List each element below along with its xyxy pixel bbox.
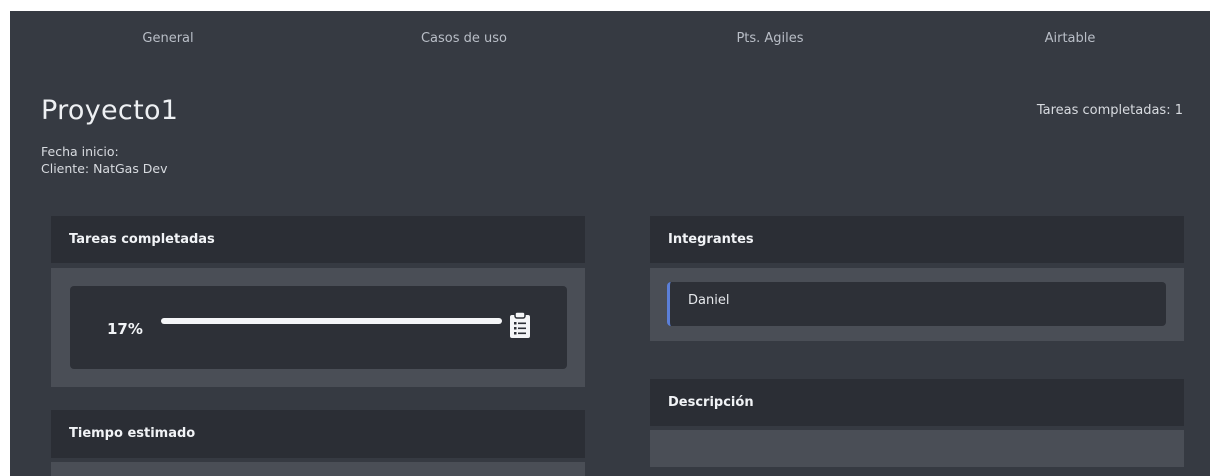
description-card-body xyxy=(650,430,1184,467)
time-card-title: Tiempo estimado xyxy=(69,426,196,441)
member-name: Daniel xyxy=(688,293,730,308)
progress-bar xyxy=(161,318,502,324)
start-date-label: Fecha inicio: xyxy=(41,144,119,159)
description-card-title: Descripción xyxy=(668,395,754,410)
description-card-header: Descripción xyxy=(650,379,1184,426)
tasks-card-header: Tareas completadas xyxy=(51,216,585,263)
members-card-title: Integrantes xyxy=(668,232,754,247)
client-label: Cliente: NatGas Dev xyxy=(41,161,168,176)
clipboard-list-icon xyxy=(508,311,532,339)
project-page: General Casos de uso Pts. Agiles Airtabl… xyxy=(10,11,1210,476)
tab-casos-de-uso[interactable]: Casos de uso xyxy=(421,31,507,46)
members-card-header: Integrantes xyxy=(650,216,1184,263)
tasks-card-title: Tareas completadas xyxy=(69,232,215,247)
time-card-body xyxy=(51,462,585,476)
tab-pts-agiles[interactable]: Pts. Agiles xyxy=(736,31,803,46)
progress-bar-fill xyxy=(161,318,502,324)
time-card-header: Tiempo estimado xyxy=(51,410,585,458)
tab-airtable[interactable]: Airtable xyxy=(1045,31,1096,46)
progress-box: 17% xyxy=(70,286,567,369)
tab-general[interactable]: General xyxy=(142,31,193,46)
member-item-daniel[interactable]: Daniel xyxy=(667,282,1166,326)
project-title: Proyecto1 xyxy=(41,95,179,126)
top-nav: General Casos de uso Pts. Agiles Airtabl… xyxy=(10,11,1210,67)
progress-percent: 17% xyxy=(107,320,143,338)
tasks-completed-count: Tareas completadas: 1 xyxy=(1036,103,1183,118)
